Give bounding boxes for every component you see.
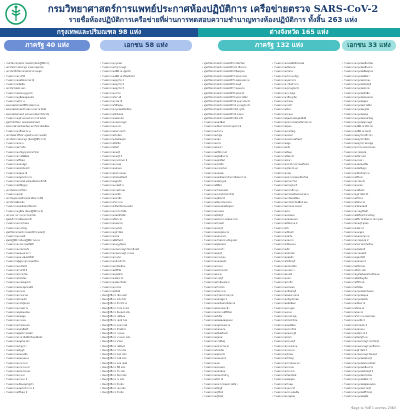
list-item: โรงพยาบาลสิรินธร 2 (2, 391, 96, 395)
list-bkk-government: กรมวิทยาศาสตร์การแพทย์ (ห้องปฏิบัติการ)ส… (2, 62, 96, 400)
category-province-government: ภาครัฐ 132 แห่ง (218, 40, 340, 51)
ministry-emblem-icon (5, 3, 27, 25)
footer-note: ข้อมูล ณ วันที่ 1 เมษายน 2563 (350, 406, 396, 410)
list-item: โรงพยาบาลกรุงเทพดุสิต (340, 395, 398, 399)
category-province-private: เอกชน 33 แห่ง (342, 40, 396, 51)
list-province-government-2: โรงพยาบาลสรรพสิทธิประสงค์โรงพยาบาลศรีสะเ… (270, 62, 338, 400)
page-subtitle: รายชื่อห้องปฏิบัติการเครือข่ายที่ผ่านการ… (68, 16, 358, 24)
list-province-government-1: ศูนย์วิทยาศาสตร์การแพทย์ที่ 1 เชียงใหม่ศ… (200, 62, 268, 400)
list-item: ห้องปฏิบัติการ ที แล็บ (98, 391, 196, 395)
list-bkk-private: โรงพยาบาลกรุงเทพโรงพยาบาลบำรุงราษฎร์โรงพ… (98, 62, 196, 400)
list-item: โรงพยาบาลสุรินทร์ (200, 395, 268, 399)
region-banner-bangkok: กรุงเทพและปริมณฑล 98 แห่ง (0, 28, 198, 37)
category-bkk-government: ภาครัฐ 40 แห่ง (4, 40, 90, 51)
header: กรมวิทยาศาสตร์การแพทย์ประกาศห้องปฏิบัติก… (0, 0, 400, 28)
list-item: โรงพยาบาลธาตุพนม (270, 395, 338, 399)
category-bkk-private: เอกชน 58 แห่ง (100, 40, 192, 51)
region-banner-provinces: ต่างจังหวัด 165 แห่ง (198, 28, 400, 37)
list-province-private: โรงพยาบาลกรุงเทพเชียงใหม่โรงพยาบาลกรุงเท… (340, 62, 398, 400)
